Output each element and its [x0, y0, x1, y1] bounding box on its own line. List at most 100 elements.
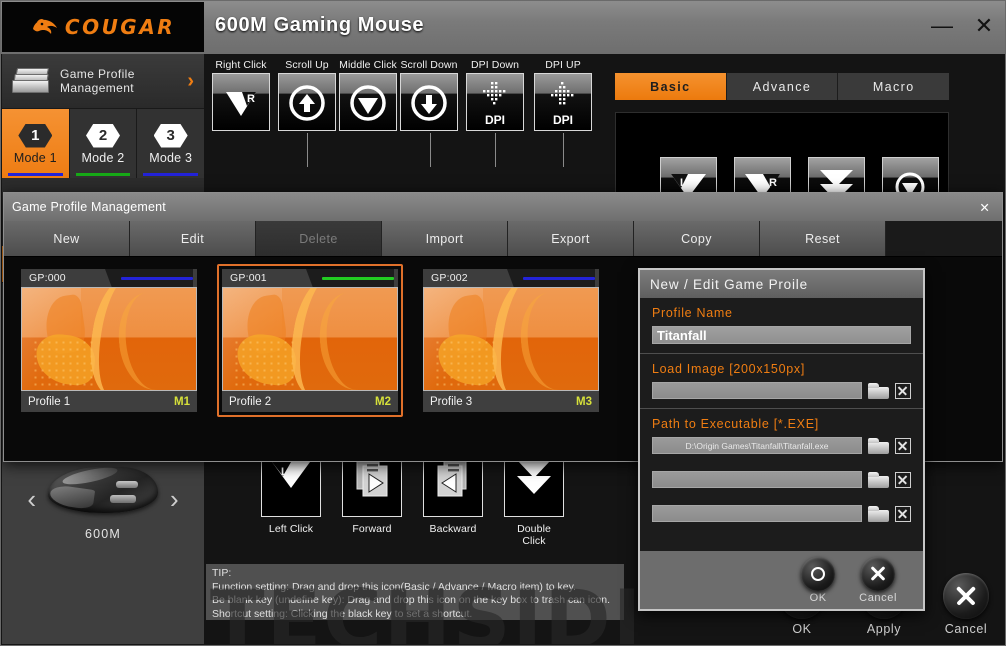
gpm-close-button[interactable]: ✕: [975, 200, 994, 215]
clear-x-icon[interactable]: [895, 471, 911, 488]
right-click-icon[interactable]: R: [212, 73, 270, 131]
svg-text:DPI: DPI: [485, 113, 505, 127]
button-map-scroll-down[interactable]: Scroll Down: [400, 59, 458, 131]
clear-x-icon[interactable]: [895, 505, 911, 522]
profile-thumbnail: [21, 287, 197, 391]
gpm-import-button[interactable]: Import: [382, 221, 508, 256]
backward-icon[interactable]: [423, 459, 483, 517]
mode-led-bar: [8, 173, 63, 176]
function-left-click[interactable]: L Left Click: [261, 459, 321, 547]
button-map-dpi-up[interactable]: DPI UP DPI: [534, 59, 592, 131]
function-label: Backward: [429, 523, 477, 535]
device-prev-button[interactable]: ‹: [19, 484, 44, 515]
profile-name: Profile 2: [229, 395, 272, 408]
path-value-1: D:\Origin Games\Titanfall\Titanfall.exe: [685, 440, 829, 451]
mode-tab-1[interactable]: 1 Mode 1: [2, 109, 70, 179]
profile-name: Profile 3: [430, 395, 473, 408]
mode-number-badge: 2: [86, 123, 120, 148]
middle-click-icon[interactable]: [339, 73, 397, 131]
button-map-label: DPI UP: [545, 59, 581, 71]
nep-title-text: New / Edit Game Proile: [650, 276, 808, 292]
left-click-icon[interactable]: L: [261, 459, 321, 517]
new-edit-profile-dialog: New / Edit Game Proile Profile Name Tita…: [638, 268, 925, 611]
action-label: OK: [792, 622, 812, 636]
profile-card[interactable]: GP:000 Profile 1 M1: [16, 264, 202, 417]
profile-card[interactable]: GP:002 Profile 3 M3: [418, 264, 604, 417]
mode-tab-2[interactable]: 2 Mode 2: [69, 109, 138, 179]
mode-led-bar: [143, 173, 199, 176]
folder-icon[interactable]: [868, 437, 889, 454]
profile-card-list: GP:000 Profile 1 M1 GP:001 Profile 2 M2 …: [16, 264, 604, 417]
load-image-input[interactable]: [652, 382, 862, 399]
folder-icon[interactable]: [868, 382, 889, 399]
gpm-delete-button: Delete: [256, 221, 382, 256]
profile-led: [523, 276, 595, 280]
nep-cancel-button[interactable]: Cancel: [859, 556, 897, 604]
tips-box: TIP: Function setting: Drag and drop thi…: [206, 564, 624, 620]
device-next-button[interactable]: ›: [162, 484, 187, 515]
profile-name-input[interactable]: Titanfall: [652, 326, 911, 344]
folder-icon[interactable]: [868, 471, 889, 488]
profile-card-footer: Profile 2 M2: [222, 391, 398, 412]
cancel-button[interactable]: Cancel: [936, 573, 996, 636]
gpm-new-button[interactable]: New: [4, 221, 130, 256]
double-click-icon[interactable]: [504, 459, 564, 517]
profile-id: GP:002: [431, 272, 468, 284]
function-forward[interactable]: Forward: [342, 459, 402, 547]
svg-text:L: L: [680, 177, 687, 189]
gpm-copy-button[interactable]: Copy: [634, 221, 760, 256]
button-map-right-click[interactable]: Right Click R: [212, 59, 270, 131]
profile-name: Profile 1: [28, 395, 71, 408]
function-backward[interactable]: Backward: [423, 459, 483, 547]
gpm-edit-button[interactable]: Edit: [130, 221, 256, 256]
path-input-3[interactable]: [652, 505, 862, 522]
button-map-dpi-down[interactable]: DPI Down DPI: [466, 59, 524, 131]
action-label: Cancel: [944, 622, 988, 636]
scroll-down-icon[interactable]: [400, 73, 458, 131]
path-row-3: [652, 505, 911, 522]
path-to-executable-section: Path to Executable [*.EXE] D:\Origin Gam…: [640, 409, 923, 531]
gpm-export-button[interactable]: Export: [508, 221, 634, 256]
nep-action-label: Cancel: [859, 591, 897, 604]
profile-name-section: Profile Name Titanfall: [640, 298, 923, 354]
path-input-1[interactable]: D:\Origin Games\Titanfall\Titanfall.exe: [652, 437, 862, 454]
folder-icon[interactable]: [868, 505, 889, 522]
clear-x-icon[interactable]: [895, 437, 911, 454]
cancel-knob-icon: [861, 556, 896, 591]
mode-tab-3[interactable]: 3 Mode 3: [137, 109, 205, 179]
scroll-up-icon[interactable]: [278, 73, 336, 131]
profile-card[interactable]: GP:001 Profile 2 M2: [217, 264, 403, 417]
profile-mode-badge: M2: [375, 395, 391, 408]
close-button[interactable]: ✕: [971, 13, 997, 39]
clear-x-icon[interactable]: [895, 382, 911, 399]
app-title: 600M Gaming Mouse: [215, 14, 425, 36]
dpi-up-icon[interactable]: DPI: [534, 73, 592, 131]
dpi-down-icon[interactable]: DPI: [466, 73, 524, 131]
button-map-label: Right Click: [215, 59, 267, 71]
button-map-label: Middle Click: [339, 59, 397, 71]
application-window: COUGAR 600M Gaming Mouse — ✕ Game Profil…: [0, 0, 1006, 646]
forward-icon[interactable]: [342, 459, 402, 517]
function-double-click[interactable]: Double Click: [504, 459, 564, 547]
cougar-wordmark: COUGAR: [64, 15, 176, 39]
tab-basic[interactable]: Basic: [615, 73, 727, 100]
window-controls: — ✕: [929, 13, 997, 39]
mode-led-bar: [75, 173, 131, 176]
tab-advance[interactable]: Advance: [726, 73, 839, 100]
profile-id: GP:001: [230, 272, 267, 284]
svg-text:R: R: [247, 93, 255, 105]
profile-led: [322, 276, 394, 280]
cougar-logo: COUGAR: [2, 2, 204, 52]
mode-number-badge: 3: [153, 123, 188, 148]
minimize-button[interactable]: —: [929, 13, 955, 39]
nep-ok-button[interactable]: OK: [801, 556, 836, 604]
svg-text:R: R: [769, 177, 777, 189]
button-map-middle-click[interactable]: Middle Click: [339, 59, 397, 131]
tab-macro[interactable]: Macro: [838, 73, 950, 100]
profile-card-header: GP:001: [222, 269, 398, 287]
button-map-scroll-up[interactable]: Scroll Up: [278, 59, 336, 131]
sidebar-item-game-profile-management[interactable]: Game Profile Management ›: [2, 54, 204, 109]
mode-selector: 1 Mode 1 2 Mode 2 3 Mode 3: [2, 109, 205, 179]
path-input-2[interactable]: [652, 471, 862, 488]
gpm-reset-button[interactable]: Reset: [760, 221, 886, 256]
